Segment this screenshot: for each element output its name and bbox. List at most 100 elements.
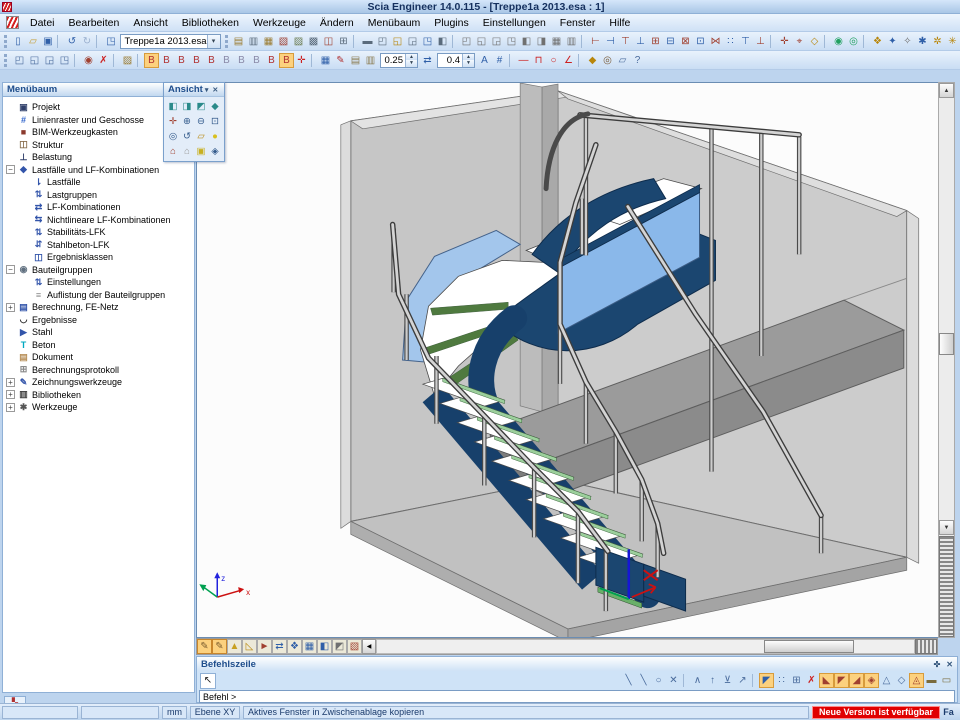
- column-tool-icon[interactable]: ⊣: [603, 34, 618, 49]
- shell-tool-icon[interactable]: ⊥: [633, 34, 648, 49]
- snap-intersection-icon[interactable]: ◢: [849, 673, 864, 688]
- paste-picture-icon[interactable]: ▨: [291, 34, 306, 49]
- zoom-window-icon[interactable]: ⊡: [208, 114, 222, 129]
- model-viewport[interactable]: z x: [196, 82, 938, 638]
- move-icon[interactable]: ◰: [12, 53, 27, 68]
- document-export-icon[interactable]: ◲: [405, 34, 420, 49]
- tree-item-beton[interactable]: T Beton: [6, 339, 194, 352]
- tree-item-lastgruppen[interactable]: ⇅ Lastgruppen: [6, 189, 194, 202]
- find-icon[interactable]: ✱: [915, 34, 930, 49]
- tree-expander[interactable]: [6, 115, 15, 124]
- tree-expander[interactable]: +: [6, 378, 15, 387]
- snap-midpoint-icon[interactable]: ◤: [834, 673, 849, 688]
- clipping-box-icon[interactable]: ⌂: [166, 144, 180, 159]
- status-unit[interactable]: mm: [162, 706, 187, 719]
- scroll-up-icon[interactable]: ▲: [939, 83, 954, 98]
- toolbar-grip[interactable]: [4, 35, 7, 48]
- menu-hilfe[interactable]: Hilfe: [602, 15, 637, 31]
- zoom-previous-icon[interactable]: ↺: [180, 129, 194, 144]
- chevron-down-icon[interactable]: ▾: [203, 86, 211, 94]
- palette-header[interactable]: Ansicht ▾ ✕: [164, 83, 224, 97]
- tree-expander[interactable]: [21, 240, 30, 249]
- toggle-link-1-icon[interactable]: ◉: [831, 34, 846, 49]
- axonometry-tab[interactable]: ▲: [227, 639, 242, 654]
- loadcase-select-icon[interactable]: B: [144, 53, 159, 68]
- tree-expander[interactable]: [6, 103, 15, 112]
- loadcase-move-icon[interactable]: B: [219, 53, 234, 68]
- report-icon[interactable]: ◧: [435, 34, 450, 49]
- document-gallery-icon[interactable]: ▦: [261, 34, 276, 49]
- tree-expander[interactable]: [6, 153, 15, 162]
- tree-expander[interactable]: [6, 128, 15, 137]
- tree-expander[interactable]: [21, 190, 30, 199]
- loadcase-copy-icon[interactable]: B: [189, 53, 204, 68]
- snap-storey-1-icon[interactable]: ▬: [924, 673, 939, 688]
- menu-ansicht[interactable]: Ansicht: [126, 15, 174, 31]
- load-surface-icon[interactable]: ⊠: [678, 34, 693, 49]
- font-scale-icon[interactable]: A: [477, 53, 492, 68]
- scroll-down-icon[interactable]: ▼: [939, 520, 954, 535]
- loadcase-target-icon[interactable]: ✛: [294, 53, 309, 68]
- tree-expander[interactable]: [21, 253, 30, 262]
- print-icon[interactable]: ▬: [360, 34, 375, 49]
- window-layout-2-icon[interactable]: ◱: [474, 34, 489, 49]
- mesh-tool-icon[interactable]: ⊤: [738, 34, 753, 49]
- snap-circle-icon[interactable]: ○: [651, 673, 666, 688]
- spinner-arrows[interactable]: ▲▼: [405, 54, 417, 67]
- horizontal-scroll-thumb[interactable]: [764, 640, 854, 653]
- app-icon[interactable]: [6, 16, 19, 29]
- tree-item-ergebnisklassen[interactable]: ◫ Ergebnisklassen: [6, 251, 194, 264]
- loadcase-minus-icon[interactable]: B: [264, 53, 279, 68]
- export-calc-icon[interactable]: ✎: [333, 53, 348, 68]
- snap-mid-icon[interactable]: ⊻: [720, 673, 735, 688]
- snap-endpoint-icon[interactable]: ◣: [819, 673, 834, 688]
- tree-expander[interactable]: [6, 353, 15, 362]
- layer-draw-1-tab[interactable]: ✎: [197, 639, 212, 654]
- tree-expander[interactable]: [6, 365, 15, 374]
- view-front-icon[interactable]: ◧: [166, 99, 180, 114]
- undo-icon[interactable]: ↺: [64, 34, 79, 49]
- horizontal-scrollbar[interactable]: [376, 639, 915, 654]
- tree-expander[interactable]: [21, 228, 30, 237]
- dot-grid-icon[interactable]: ∷: [774, 673, 789, 688]
- view-tab[interactable]: ◩: [332, 639, 347, 654]
- snap-tangent-icon[interactable]: △: [879, 673, 894, 688]
- toggle-link-2-icon[interactable]: ◎: [846, 34, 861, 49]
- search-members-icon[interactable]: ❖: [870, 34, 885, 49]
- tree-expander[interactable]: +: [6, 403, 15, 412]
- window-layout-4-icon[interactable]: ◳: [504, 34, 519, 49]
- rotate-icon[interactable]: ◳: [57, 53, 72, 68]
- angle-spinner[interactable]: 0.4 ▲▼: [437, 53, 475, 68]
- tree-expander[interactable]: [6, 315, 15, 324]
- visibility-folder-icon[interactable]: ▱: [194, 129, 208, 144]
- tree-item-werkzeuge[interactable]: + ✱ Werkzeuge: [6, 401, 194, 414]
- cursor-snap-icon[interactable]: ◤: [759, 673, 774, 688]
- menu-einstellungen[interactable]: Einstellungen: [476, 15, 553, 31]
- print-preview-icon[interactable]: ◰: [375, 34, 390, 49]
- tree-expander[interactable]: [21, 178, 30, 187]
- snap-arc-center-icon[interactable]: ◇: [894, 673, 909, 688]
- snap-off-icon[interactable]: ✗: [804, 673, 819, 688]
- menu-menuebaum[interactable]: Menübaum: [361, 15, 428, 31]
- window-layout-1-icon[interactable]: ◰: [459, 34, 474, 49]
- load-line-icon[interactable]: ⊟: [663, 34, 678, 49]
- visibility-set-icon[interactable]: ✳: [945, 34, 960, 49]
- tree-expander[interactable]: +: [6, 303, 15, 312]
- activity-icon[interactable]: ✲: [930, 34, 945, 49]
- viewport-resize-handle[interactable]: [939, 536, 954, 637]
- tree-expander[interactable]: +: [6, 390, 15, 399]
- project-manager-icon[interactable]: ◳: [103, 34, 118, 49]
- angle-draw-icon[interactable]: ∠: [561, 53, 576, 68]
- load-point-icon[interactable]: ⊞: [648, 34, 663, 49]
- window-layout-6-icon[interactable]: ◨: [534, 34, 549, 49]
- snap-grid-points-icon[interactable]: ◬: [909, 673, 924, 688]
- spinner-arrows[interactable]: ▲▼: [462, 54, 474, 67]
- loadcase-prev-icon[interactable]: B: [234, 53, 249, 68]
- tree-expander[interactable]: [21, 203, 30, 212]
- update-badge[interactable]: Neue Version ist verfügbar: [812, 706, 940, 719]
- copy-icon[interactable]: ◱: [27, 53, 42, 68]
- tree-item-berechnungsprotokoll[interactable]: ⊞ Berechnungsprotokoll: [6, 364, 194, 377]
- visibility-eye-icon[interactable]: ◉: [81, 53, 96, 68]
- node-tool-icon[interactable]: ∷: [723, 34, 738, 49]
- new-gallery-picture-icon[interactable]: ▨: [120, 53, 135, 68]
